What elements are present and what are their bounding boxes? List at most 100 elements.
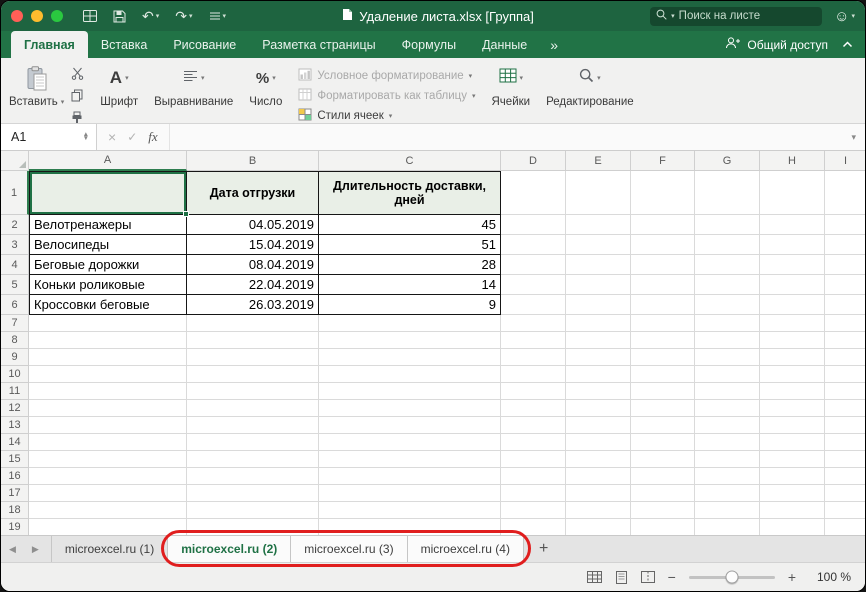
minimize-button[interactable]: [31, 10, 43, 22]
cell-A16[interactable]: [29, 468, 187, 485]
cell-F18[interactable]: [631, 502, 695, 519]
cell-G3[interactable]: [695, 235, 760, 255]
cell-C12[interactable]: [319, 400, 501, 417]
cell-G2[interactable]: [695, 215, 760, 235]
cell-G6[interactable]: [695, 295, 760, 315]
confirm-entry-icon[interactable]: ✓: [127, 130, 137, 144]
cell-F8[interactable]: [631, 332, 695, 349]
cell-E13[interactable]: [566, 417, 631, 434]
column-header-C[interactable]: C: [319, 151, 501, 171]
cell-E3[interactable]: [566, 235, 631, 255]
cell-A3[interactable]: Велосипеды: [29, 235, 187, 255]
column-header-I[interactable]: I: [825, 151, 865, 171]
sheet-tab-2[interactable]: microexcel.ru (2): [168, 536, 291, 562]
cell-F3[interactable]: [631, 235, 695, 255]
cell-C6[interactable]: 9: [319, 295, 501, 315]
sheet-nav-left-icon[interactable]: ◀: [1, 536, 24, 562]
cell-H18[interactable]: [760, 502, 825, 519]
cell-G1[interactable]: [695, 171, 760, 215]
cell-H4[interactable]: [760, 255, 825, 275]
column-header-E[interactable]: E: [566, 151, 631, 171]
cell-H12[interactable]: [760, 400, 825, 417]
cell-G18[interactable]: [695, 502, 760, 519]
sheet-tab-3[interactable]: microexcel.ru (3): [291, 536, 407, 562]
cell-H14[interactable]: [760, 434, 825, 451]
cell-H13[interactable]: [760, 417, 825, 434]
tab-Главная[interactable]: Главная: [11, 31, 88, 58]
cell-I3[interactable]: [825, 235, 865, 255]
cell-C11[interactable]: [319, 383, 501, 400]
cell-E4[interactable]: [566, 255, 631, 275]
cell-D19[interactable]: [501, 519, 566, 535]
cell-F5[interactable]: [631, 275, 695, 295]
cell-I11[interactable]: [825, 383, 865, 400]
cell-D17[interactable]: [501, 485, 566, 502]
cell-E6[interactable]: [566, 295, 631, 315]
cell-H10[interactable]: [760, 366, 825, 383]
cell-D15[interactable]: [501, 451, 566, 468]
conditional-formatting-button[interactable]: Условное форматирование ▾: [298, 68, 475, 84]
cell-F1[interactable]: [631, 171, 695, 215]
cell-H3[interactable]: [760, 235, 825, 255]
cell-B19[interactable]: [187, 519, 319, 535]
page-layout-view-icon[interactable]: [615, 571, 628, 584]
tab-Формулы[interactable]: Формулы: [389, 31, 469, 58]
cell-B16[interactable]: [187, 468, 319, 485]
cell-D4[interactable]: [501, 255, 566, 275]
sheet-nav-right-icon[interactable]: ▶: [24, 536, 47, 562]
row-header-9[interactable]: 9: [1, 349, 29, 366]
cell-E10[interactable]: [566, 366, 631, 383]
cell-G10[interactable]: [695, 366, 760, 383]
cell-E9[interactable]: [566, 349, 631, 366]
cell-styles-button[interactable]: Стили ячеек ▾: [298, 108, 475, 124]
row-header-2[interactable]: 2: [1, 215, 29, 235]
cell-I14[interactable]: [825, 434, 865, 451]
cell-B18[interactable]: [187, 502, 319, 519]
undo-icon[interactable]: ↶▾: [142, 9, 159, 23]
cell-G14[interactable]: [695, 434, 760, 451]
cell-H8[interactable]: [760, 332, 825, 349]
zoom-slider[interactable]: [689, 576, 775, 579]
cell-E17[interactable]: [566, 485, 631, 502]
cell-H2[interactable]: [760, 215, 825, 235]
column-header-G[interactable]: G: [695, 151, 760, 171]
cell-C3[interactable]: 51: [319, 235, 501, 255]
cell-E19[interactable]: [566, 519, 631, 535]
cell-A2[interactable]: Велотренажеры: [29, 215, 187, 235]
sheet-tab-1[interactable]: microexcel.ru (1): [51, 536, 168, 562]
save-icon[interactable]: [113, 10, 126, 23]
cell-C18[interactable]: [319, 502, 501, 519]
cell-E18[interactable]: [566, 502, 631, 519]
tab-Данные[interactable]: Данные: [469, 31, 540, 58]
column-header-B[interactable]: B: [187, 151, 319, 171]
cell-F13[interactable]: [631, 417, 695, 434]
cell-A9[interactable]: [29, 349, 187, 366]
row-header-8[interactable]: 8: [1, 332, 29, 349]
column-header-D[interactable]: D: [501, 151, 566, 171]
cell-A5[interactable]: Коньки роликовые: [29, 275, 187, 295]
cell-D2[interactable]: [501, 215, 566, 235]
row-header-14[interactable]: 14: [1, 434, 29, 451]
cell-G9[interactable]: [695, 349, 760, 366]
cell-C17[interactable]: [319, 485, 501, 502]
cell-F14[interactable]: [631, 434, 695, 451]
cell-C10[interactable]: [319, 366, 501, 383]
row-header-7[interactable]: 7: [1, 315, 29, 332]
cell-C15[interactable]: [319, 451, 501, 468]
cell-A6[interactable]: Кроссовки беговые: [29, 295, 187, 315]
cell-A18[interactable]: [29, 502, 187, 519]
cell-D3[interactable]: [501, 235, 566, 255]
cell-I15[interactable]: [825, 451, 865, 468]
cell-E7[interactable]: [566, 315, 631, 332]
cell-G15[interactable]: [695, 451, 760, 468]
cell-A1[interactable]: [29, 171, 187, 215]
redo-icon[interactable]: ↷▾: [175, 9, 192, 23]
cell-B3[interactable]: 15.04.2019: [187, 235, 319, 255]
cell-A12[interactable]: [29, 400, 187, 417]
cell-H16[interactable]: [760, 468, 825, 485]
cell-B12[interactable]: [187, 400, 319, 417]
cell-H15[interactable]: [760, 451, 825, 468]
cell-G11[interactable]: [695, 383, 760, 400]
cell-A7[interactable]: [29, 315, 187, 332]
cell-I17[interactable]: [825, 485, 865, 502]
